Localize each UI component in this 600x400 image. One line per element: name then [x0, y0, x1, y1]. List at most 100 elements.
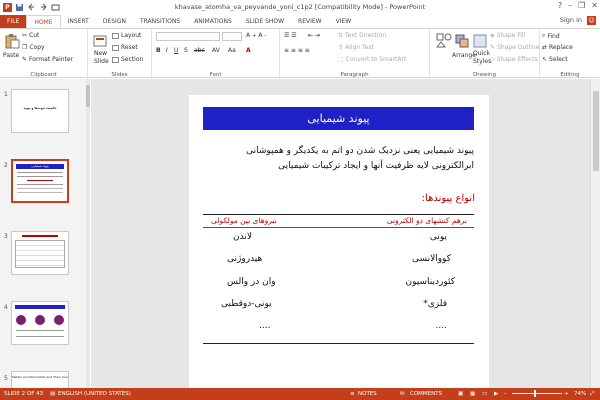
quick-styles-label-2[interactable]: Styles [473, 58, 491, 65]
spellcheck-icon[interactable]: ▤ [50, 391, 55, 397]
shape-fill-button[interactable]: ◈ Shape Fill [490, 32, 525, 39]
thumb-title-5: Metals and Nonmetals and Their Ions [12, 375, 68, 379]
align-text-button[interactable]: ⇕ Align Text [338, 44, 374, 51]
slide-thumbnail-4[interactable] [11, 301, 69, 345]
undo-icon[interactable] [27, 3, 36, 12]
tab-file[interactable]: FILE [0, 15, 27, 28]
new-slide-label-1[interactable]: New [94, 50, 107, 57]
tab-transitions[interactable]: TRANSITIONS [133, 15, 187, 28]
quick-styles-icon[interactable] [472, 33, 488, 49]
zoom-slider[interactable] [512, 393, 562, 394]
cell-left-2: هیدروژنی [227, 254, 263, 264]
paint-bucket-icon: ◈ [490, 32, 495, 39]
slide-body-text[interactable]: پیوند شیمیایی یعنی نزدیک شدن دو اتم به ی… [203, 144, 474, 174]
font-color-icon[interactable]: A [246, 47, 251, 54]
quick-styles-label-1[interactable]: Quick [473, 50, 490, 57]
shape-effects-button[interactable]: ◇ Shape Effects [490, 56, 538, 63]
italic-icon[interactable]: I [166, 47, 168, 54]
reading-view-icon[interactable]: ▭ [482, 391, 487, 397]
normal-view-icon[interactable]: ▣ [458, 391, 463, 397]
notes-button[interactable]: NOTES [358, 391, 377, 397]
tab-design[interactable]: DESIGN [96, 15, 133, 28]
new-slide-label-2[interactable]: Slide [94, 58, 109, 65]
bond-types-heading[interactable]: انواع پیوندها: [422, 193, 475, 204]
fit-to-window-icon[interactable]: ⤢ [590, 391, 594, 398]
zoom-in-icon[interactable]: + [564, 391, 569, 397]
layout-button[interactable]: Layout [112, 32, 141, 39]
tab-review[interactable]: REVIEW [291, 15, 329, 28]
reset-button[interactable]: Reset [112, 44, 138, 51]
thumb-line [17, 192, 63, 193]
bold-icon[interactable]: B [156, 47, 161, 54]
font-name-box[interactable] [156, 32, 220, 41]
paste-icon[interactable] [4, 33, 20, 49]
redo-icon[interactable] [39, 3, 48, 12]
shape-outline-button[interactable]: ✎ Shape Outline [490, 44, 539, 51]
text-direction-button[interactable]: ⇅ Text Direction [338, 32, 386, 39]
tab-home[interactable]: HOME [26, 15, 61, 28]
indent-icon[interactable]: ⇤ ⇥ [308, 32, 320, 39]
powerpoint-app-icon: P [3, 2, 12, 12]
shapes-gallery-icon[interactable] [436, 33, 452, 49]
select-button[interactable]: ↖ Select [542, 56, 568, 63]
col-head-intermolecular-forces: نیروهای بین مولکولی [211, 216, 277, 225]
thumbnail-scroll-thumb[interactable] [86, 85, 90, 107]
slide-thumbnail-3[interactable] [11, 231, 69, 275]
thumbnail-scrollbar[interactable] [86, 79, 90, 388]
copy-button[interactable]: ❐ Copy [22, 44, 45, 51]
slide-thumbnail-2[interactable]: پیوند شیمیایی [11, 159, 69, 203]
current-slide[interactable]: پیوند شیمیایی پیوند شیمیایی یعنی نزدیک ش… [189, 95, 489, 388]
save-icon[interactable] [15, 3, 24, 12]
find-button[interactable]: ⌕ Find [542, 32, 560, 40]
slide-scrollbar[interactable] [590, 79, 600, 388]
slide-thumbnail-1[interactable]: خاصیت تبوب‌ها و پیوند [11, 89, 69, 133]
minimize-button[interactable]: – [568, 1, 572, 10]
font-group: A + A- B I U S abc AV Aa A Font [152, 29, 280, 79]
comments-button[interactable]: COMMENTS [410, 391, 442, 397]
drawing-label: Drawing [473, 72, 496, 78]
char-spacing-icon[interactable]: AV [212, 47, 220, 54]
arrange-icon[interactable] [454, 33, 470, 49]
slide-title[interactable]: پیوند شیمیایی [203, 107, 474, 130]
slides-label: Slides [111, 72, 128, 78]
align-icons[interactable]: ≡ ≡ ≡ ≡ [284, 47, 310, 54]
zoom-slider-thumb[interactable] [534, 390, 536, 397]
smiley-feedback-icon[interactable]: ☺ [587, 16, 596, 25]
replace-button[interactable]: ⇄ Replace [542, 44, 573, 51]
font-size-box[interactable] [222, 32, 242, 41]
cut-button[interactable]: ✂ Cut [22, 32, 39, 39]
restore-button[interactable]: ❐ [578, 1, 585, 10]
start-slideshow-icon[interactable] [51, 3, 60, 12]
slide-thumbnail-5[interactable]: Metals and Nonmetals and Their Ions [11, 371, 69, 388]
grow-font-icon[interactable]: A + A- [246, 32, 266, 39]
zoom-out-icon[interactable]: – [504, 391, 507, 397]
slide-thumbnail-pane[interactable]: 1 خاصیت تبوب‌ها و پیوند 2 پیوند شیمیایی … [0, 79, 90, 388]
sign-in-link[interactable]: Sign in [560, 16, 582, 24]
cell-right-3: کئوردیناسیون [405, 277, 455, 287]
slide-canvas[interactable]: پیوند شیمیایی پیوند شیمیایی یعنی نزدیک ش… [91, 79, 590, 388]
underline-icon[interactable]: U [174, 47, 178, 54]
bullets-icon[interactable]: ☰ ☰ [284, 32, 297, 39]
tab-slide-show[interactable]: SLIDE SHOW [239, 15, 291, 28]
slideshow-icon[interactable]: ▶ [494, 391, 498, 397]
tab-animations[interactable]: ANIMATIONS [187, 15, 239, 28]
language-indicator[interactable]: ENGLISH (UNITED STATES) [58, 391, 131, 397]
slide-sorter-icon[interactable]: ▦ [470, 391, 475, 397]
section-button[interactable]: Section [112, 56, 143, 63]
tab-insert[interactable]: INSERT [61, 15, 96, 28]
paste-button[interactable]: Paste [3, 52, 19, 59]
shadow-icon[interactable]: S [184, 47, 188, 54]
help-button[interactable]: ? [558, 1, 562, 10]
convert-smartart-button[interactable]: ⬚ Convert to SmartArt [338, 56, 406, 63]
section-icon [112, 56, 119, 63]
slide-scroll-thumb[interactable] [593, 91, 599, 171]
copy-icon: ❐ [22, 44, 28, 51]
tab-view[interactable]: VIEW [329, 15, 359, 28]
zoom-level[interactable]: 74% [574, 391, 586, 397]
thumb-line [15, 305, 65, 309]
close-button[interactable]: ✕ [591, 1, 598, 10]
new-slide-icon[interactable] [92, 33, 108, 49]
change-case-icon[interactable]: Aa [228, 47, 236, 54]
strikethrough-icon[interactable]: abc [194, 47, 205, 54]
format-painter-button[interactable]: ✎ Format Painter [22, 56, 73, 63]
